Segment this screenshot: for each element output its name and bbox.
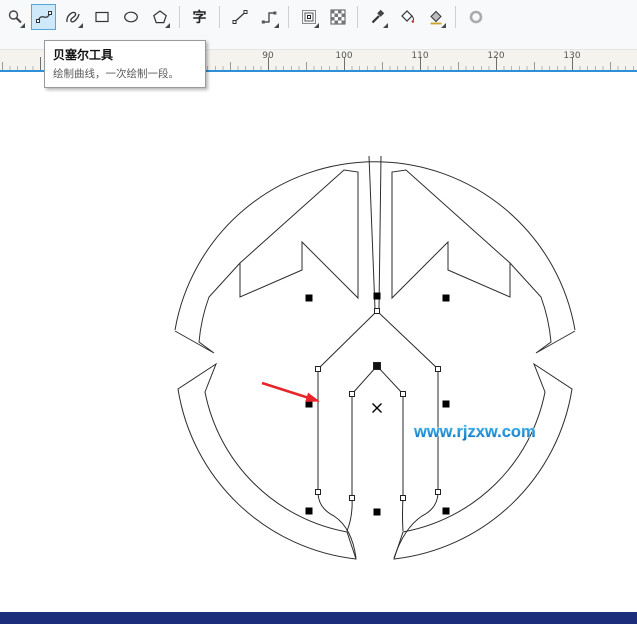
bezier-nodes[interactable]	[315, 308, 441, 501]
selection-handle	[442, 294, 450, 302]
bezier-node	[435, 489, 441, 495]
drawing-canvas[interactable]: www.rjzxw.com	[0, 72, 637, 612]
bezier-node	[349, 495, 355, 501]
artwork-svg: www.rjzxw.com	[174, 155, 576, 560]
ellipse-tool-button[interactable]	[118, 4, 143, 30]
line-tool-button[interactable]	[227, 4, 252, 30]
paint-bucket-icon	[400, 10, 414, 23]
bezier-tool-button[interactable]	[31, 4, 56, 30]
ruler-label: 130	[563, 51, 581, 61]
line-icon	[232, 10, 247, 24]
text-tool-glyph: 字	[192, 9, 207, 25]
zoom-tool-button[interactable]	[2, 4, 27, 30]
contour-tool-button[interactable]	[296, 4, 321, 30]
toolbar-separator	[179, 6, 180, 28]
connector-tool-button[interactable]	[256, 4, 281, 30]
bottom-blue-bar	[0, 612, 637, 624]
bezier-node	[400, 391, 406, 397]
selection-handle	[305, 294, 313, 302]
toolbar-separator	[288, 6, 289, 28]
selection-handle	[373, 292, 381, 300]
watermark-text: www.rjzxw.com	[413, 423, 536, 441]
bezier-icon	[35, 11, 52, 23]
artistic-media-tool-button[interactable]	[60, 4, 85, 30]
contour-icon	[301, 10, 316, 24]
selection-handles[interactable]	[305, 292, 450, 516]
bezier-node	[400, 495, 406, 501]
bezier-node	[435, 366, 441, 372]
ellipse-icon	[123, 11, 138, 23]
logo-ring-paths[interactable]	[174, 155, 576, 560]
selected-bezier-node	[373, 362, 381, 370]
polygon-tool-button[interactable]	[147, 4, 172, 30]
bezier-node	[315, 489, 321, 495]
rectangle-icon	[94, 11, 109, 23]
pattern-tool-button[interactable]	[325, 4, 350, 30]
bezier-node	[315, 366, 321, 372]
outline-ring-icon	[469, 10, 482, 24]
checkerboard-icon	[330, 9, 345, 25]
ruler-label: 100	[335, 51, 353, 61]
bezier-node	[374, 308, 380, 314]
selection-handle	[305, 507, 313, 515]
zoom-icon	[8, 10, 22, 24]
rectangle-tool-button[interactable]	[89, 4, 114, 30]
artistic-media-icon	[65, 11, 80, 23]
toolbar-separator	[357, 6, 358, 28]
tooltip-description: 绘制曲线，一次绘制一段。	[53, 68, 179, 80]
tooltip-title: 贝塞尔工具	[53, 48, 114, 62]
selection-handle	[373, 508, 381, 516]
smart-fill-tool-button[interactable]	[394, 4, 419, 30]
ruler-label: 110	[411, 51, 429, 61]
fill-bucket-icon	[429, 10, 442, 25]
text-tool-button[interactable]: 字	[187, 4, 212, 30]
bezier-node	[349, 391, 355, 397]
eyedropper-icon	[371, 9, 384, 24]
logo-peak-shapes[interactable]	[239, 169, 511, 300]
outline-tool-button[interactable]	[463, 4, 488, 30]
toolbar-separator	[455, 6, 456, 28]
tool-tooltip: 贝塞尔工具 绘制曲线，一次绘制一段。	[44, 40, 206, 88]
fill-tool-button[interactable]	[423, 4, 448, 30]
polygon-icon	[152, 10, 167, 24]
object-center-marker[interactable]	[372, 403, 382, 413]
selection-handle	[442, 507, 450, 515]
ruler-label: 90	[262, 51, 274, 61]
toolbox-row: 字	[0, 0, 637, 30]
annotation-arrow	[261, 381, 320, 402]
selection-handle	[442, 400, 450, 408]
app-window: 字 90 100 110 120 130 www.rjzxw.com 贝塞尔工具…	[0, 0, 637, 624]
ruler-label: 120	[487, 51, 505, 61]
connector-icon	[261, 11, 276, 24]
toolbar-separator	[219, 6, 220, 28]
eyedropper-tool-button[interactable]	[365, 4, 390, 30]
